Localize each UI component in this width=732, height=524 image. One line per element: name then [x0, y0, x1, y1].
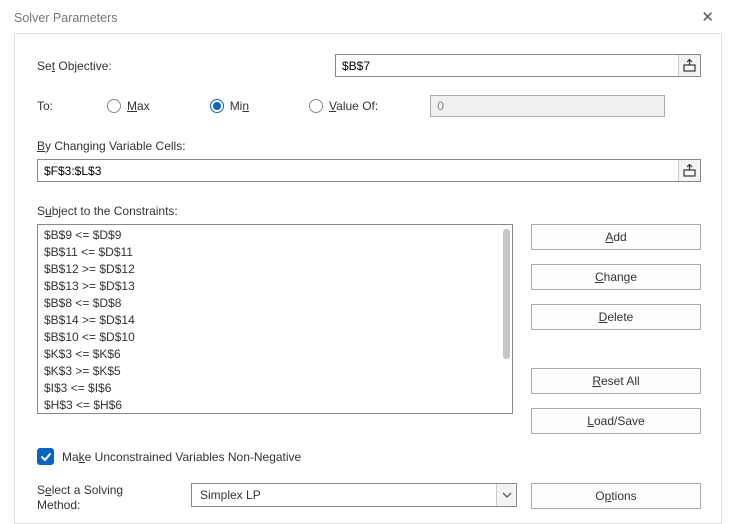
radio-max[interactable]: Max: [107, 99, 150, 113]
radio-value-of[interactable]: Value Of:: [309, 99, 378, 113]
objective-row: Set Objective:: [37, 54, 701, 77]
objective-field-wrap: [335, 54, 701, 77]
to-row: To: Max Min Value Of:: [37, 95, 701, 117]
unconstrained-checkbox-row[interactable]: Make Unconstrained Variables Non-Negativ…: [37, 448, 701, 465]
add-button[interactable]: Add: [531, 224, 701, 250]
solving-method-select[interactable]: Simplex LP: [191, 483, 517, 507]
close-icon[interactable]: ✕: [695, 8, 720, 27]
change-button[interactable]: Change: [531, 264, 701, 290]
value-of-input: [430, 95, 665, 117]
constraint-buttons: Add Change Delete Reset All Load/Save: [531, 224, 701, 434]
unconstrained-label: Make Unconstrained Variables Non-Negativ…: [62, 450, 301, 464]
dialog-content: Set Objective: To: Max Min: [14, 33, 722, 524]
load-save-button[interactable]: Load/Save: [531, 408, 701, 434]
radio-valueof-label: Value Of:: [329, 99, 378, 113]
window-title: Solver Parameters: [14, 11, 118, 25]
changing-cells-label: By Changing Variable Cells:: [37, 139, 701, 153]
scrollbar-thumb[interactable]: [503, 229, 510, 359]
range-picker-icon[interactable]: [678, 55, 700, 76]
range-picker-icon[interactable]: [678, 160, 700, 181]
objective-input[interactable]: [336, 55, 678, 76]
constraints-listbox[interactable]: $B$9 <= $D$9 $B$11 <= $D$11 $B$12 >= $D$…: [37, 224, 513, 414]
radio-min[interactable]: Min: [210, 99, 249, 113]
changing-cells-field-wrap: [37, 159, 701, 182]
chevron-down-icon: [496, 484, 516, 506]
reset-all-button[interactable]: Reset All: [531, 368, 701, 394]
changing-cells-input[interactable]: [38, 160, 678, 181]
constraints-label: Subject to the Constraints:: [37, 204, 701, 218]
radio-icon: [309, 99, 323, 113]
checkbox-checked-icon: [37, 448, 54, 465]
to-label: To:: [37, 99, 107, 113]
constraints-area: $B$9 <= $D$9 $B$11 <= $D$11 $B$12 >= $D$…: [37, 224, 701, 434]
radio-max-label: Max: [127, 99, 150, 113]
to-radio-group: Max Min Value Of:: [107, 99, 378, 113]
options-button[interactable]: Options: [531, 483, 701, 509]
constraints-list-content: $B$9 <= $D$9 $B$11 <= $D$11 $B$12 >= $D$…: [38, 225, 512, 414]
radio-icon: [210, 99, 224, 113]
radio-min-label: Min: [230, 99, 249, 113]
method-row: Select a SolvingMethod: Simplex LP Optio…: [37, 483, 701, 513]
radio-icon: [107, 99, 121, 113]
title-bar: Solver Parameters ✕: [0, 0, 732, 33]
set-objective-label: Set Objective:: [37, 59, 335, 73]
solving-method-value: Simplex LP: [192, 488, 496, 502]
select-method-label: Select a SolvingMethod:: [37, 483, 177, 513]
delete-button[interactable]: Delete: [531, 304, 701, 330]
changing-cells-row: [37, 159, 701, 182]
